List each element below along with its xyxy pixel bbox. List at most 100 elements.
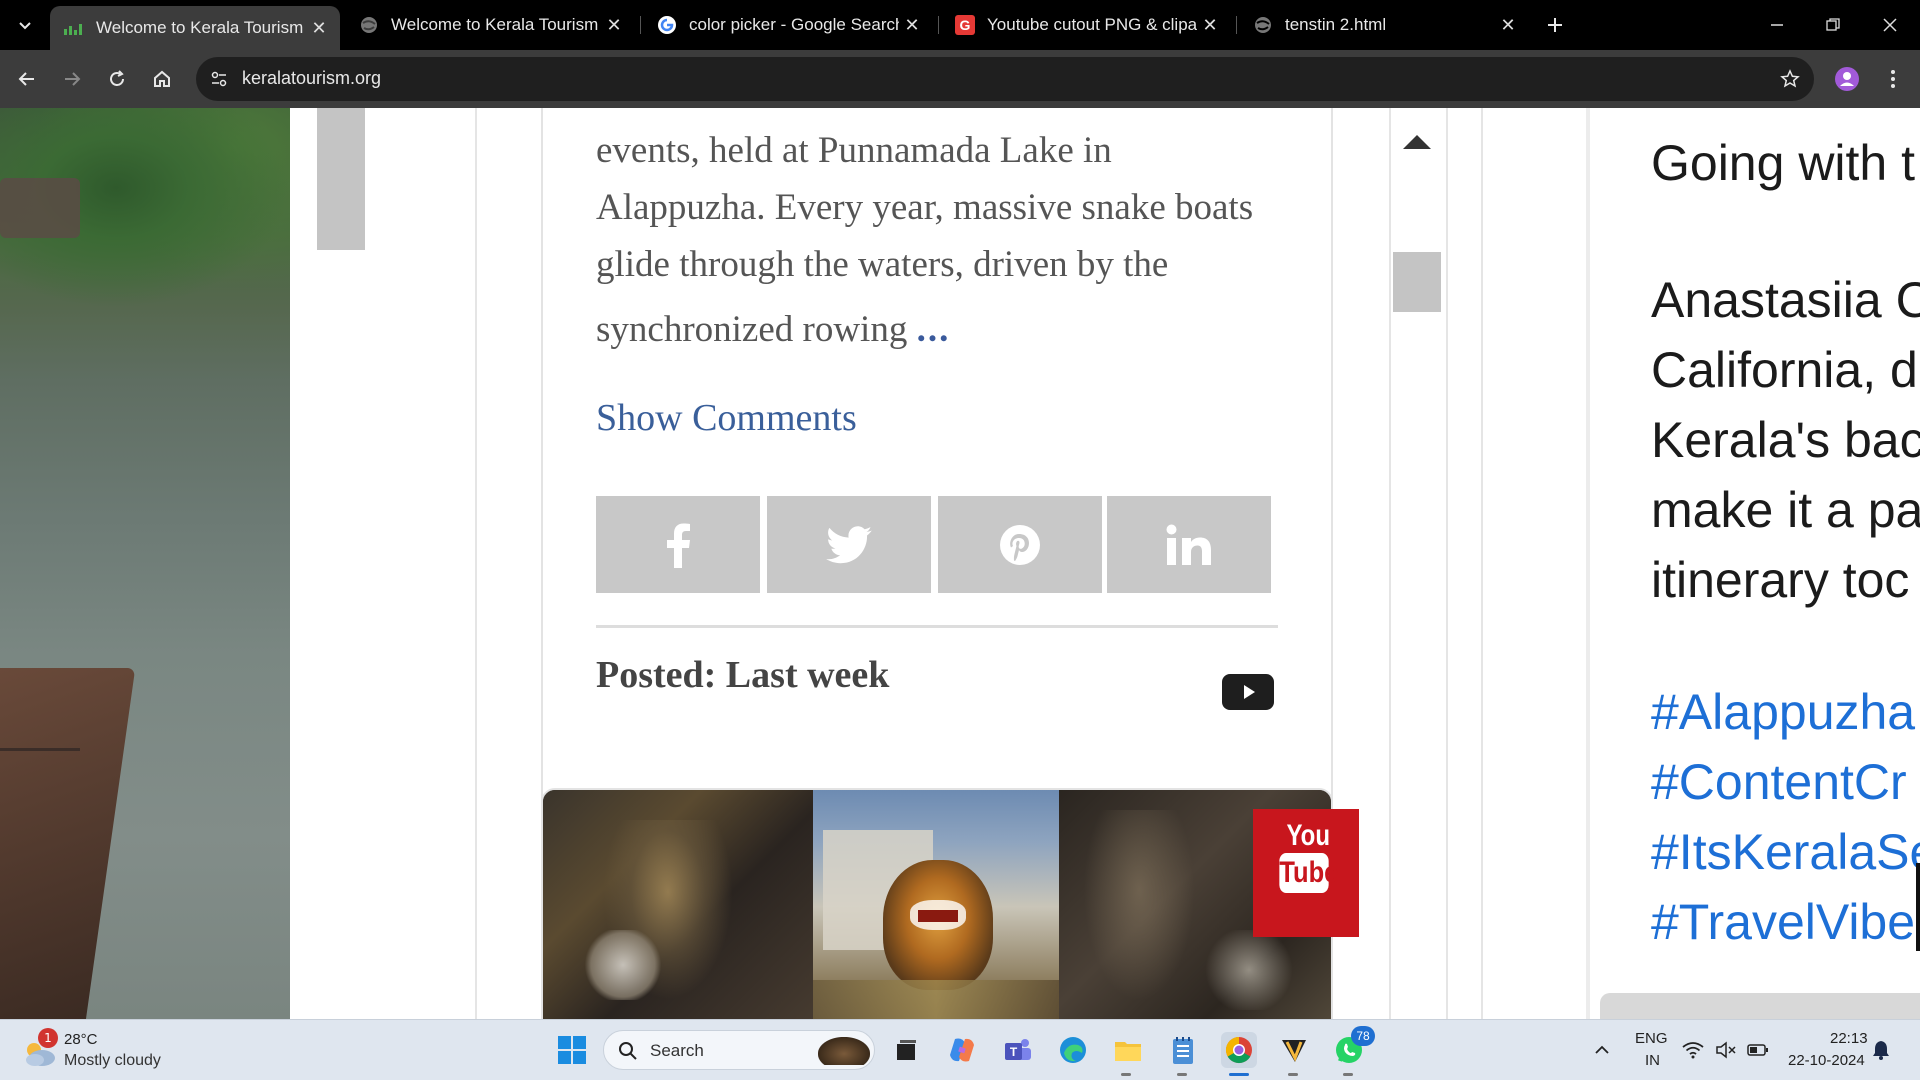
task-view-icon [897, 1040, 916, 1060]
post-text-line: synchronized rowing [596, 309, 908, 350]
tab-tenstin[interactable]: tenstin 2.html ✕ [1239, 7, 1529, 43]
video-thumbnail-card[interactable] [541, 788, 1333, 1019]
share-facebook-button[interactable] [596, 496, 760, 593]
file-explorer-button[interactable] [1110, 1032, 1146, 1068]
back-button[interactable] [10, 62, 44, 96]
notifications-button[interactable] [1866, 1032, 1896, 1068]
scroll-up-arrow-icon[interactable] [1403, 135, 1431, 149]
column-divider [1481, 108, 1483, 1019]
edge-icon [1060, 1037, 1086, 1063]
video-thumb-center [813, 790, 1059, 1019]
posted-date: Posted: Last week [596, 654, 890, 696]
share-pinterest-button[interactable] [938, 496, 1102, 593]
tab-search-button[interactable] [8, 8, 42, 42]
volume-button[interactable] [1713, 1032, 1739, 1068]
post-text-line: Alappuzha. Every year, massive snake boa… [596, 187, 1254, 228]
close-tab-icon[interactable]: ✕ [899, 12, 925, 38]
browser-menu-button[interactable] [1876, 62, 1910, 96]
instagram-post-column: Going with t Anastasiia C California, d … [1590, 108, 1920, 1019]
wifi-icon [1682, 1042, 1704, 1059]
google-g-icon [657, 15, 677, 35]
weather-alert-badge: 1 [38, 1028, 58, 1048]
tab-strip: Welcome to Kerala Tourism - Official ✕ W… [0, 0, 1920, 50]
hashtag-link[interactable]: #ContentCr [1651, 747, 1920, 817]
youtube-logo: You Tube [1253, 809, 1359, 937]
post-text: events, held at Punnamada Lake in Alappu… [596, 122, 1296, 358]
input-language[interactable]: ENG [1635, 1030, 1668, 1047]
battery-button[interactable] [1745, 1032, 1771, 1068]
post-caption-line: itinerary toc [1651, 552, 1910, 608]
bookmark-star-icon[interactable] [1778, 67, 1802, 91]
edge-button[interactable] [1055, 1032, 1091, 1068]
new-tab-button[interactable] [1538, 8, 1572, 42]
next-post-thumbnail[interactable] [1600, 993, 1920, 1019]
browser-toolbar: keralatourism.org [0, 50, 1920, 108]
hashtag-link[interactable]: #Alappuzha [1651, 677, 1920, 747]
tab-title: Welcome to Kerala Tourism - Official [96, 18, 306, 37]
input-region: IN [1645, 1052, 1660, 1069]
hashtag-link[interactable]: #TravelVibe [1651, 887, 1920, 957]
restore-icon [1826, 18, 1840, 31]
post-caption-line: make it a pa [1651, 482, 1920, 538]
restore-button[interactable] [1813, 10, 1853, 40]
show-comments-link[interactable]: Show Comments [596, 396, 857, 440]
weather-widget[interactable]: 1 [22, 1028, 62, 1070]
tab-kerala-tourism-official[interactable]: Welcome to Kerala Tourism - Official ✕ [50, 6, 340, 50]
notepad-icon [1173, 1037, 1193, 1064]
active-indicator [1229, 1073, 1249, 1076]
forward-button[interactable] [55, 62, 89, 96]
close-tab-icon[interactable]: ✕ [601, 12, 627, 38]
tab-kerala-tourism[interactable]: Welcome to Kerala Tourism ✕ [345, 7, 635, 43]
hashtag-link[interactable]: #ItsKeralaSe [1651, 817, 1920, 887]
close-window-button[interactable] [1870, 10, 1910, 40]
network-button[interactable] [1680, 1032, 1706, 1068]
copilot-button[interactable] [944, 1032, 980, 1068]
home-button[interactable] [145, 62, 179, 96]
kerala-favicon [64, 18, 84, 38]
youtube-play-icon[interactable] [1222, 674, 1274, 710]
minimize-button[interactable] [1757, 10, 1797, 40]
share-linkedin-button[interactable] [1107, 496, 1271, 593]
post-caption-line: Kerala's bac [1651, 412, 1920, 468]
tab-color-picker[interactable]: color picker - Google Search ✕ [643, 7, 933, 43]
chrome-button[interactable] [1221, 1032, 1257, 1068]
post-text-line: glide through the waters, driven by the [596, 244, 1169, 285]
left-scrollbar-thumb[interactable] [317, 108, 365, 250]
minimize-icon [1771, 24, 1783, 26]
clock-time[interactable]: 22:13 [1830, 1030, 1868, 1047]
task-view-button[interactable] [888, 1032, 924, 1068]
close-tab-icon[interactable]: ✕ [1197, 12, 1223, 38]
start-button[interactable] [554, 1032, 590, 1068]
reload-icon [110, 70, 124, 86]
svg-text:G: G [960, 17, 971, 33]
notepad-button[interactable] [1165, 1032, 1201, 1068]
read-more-ellipsis[interactable]: ... [917, 309, 951, 350]
search-label: Search [650, 1041, 704, 1060]
weather-description: Mostly cloudy [64, 1052, 161, 1069]
close-tab-icon[interactable]: ✕ [306, 15, 332, 41]
column-divider [1389, 108, 1391, 1019]
app-v-button[interactable] [1276, 1032, 1312, 1068]
show-hidden-icons-button[interactable] [1584, 1032, 1620, 1068]
running-indicator [1343, 1073, 1353, 1076]
battery-icon [1747, 1044, 1768, 1056]
close-tab-icon[interactable]: ✕ [1495, 12, 1521, 38]
center-scrollbar-thumb[interactable] [1393, 252, 1441, 312]
tab-separator [1236, 16, 1237, 34]
teams-button[interactable]: T [1000, 1032, 1036, 1068]
share-twitter-button[interactable] [767, 496, 931, 593]
taskbar-search-box[interactable]: Search [603, 1030, 875, 1070]
linkedin-icon [1166, 524, 1211, 565]
copilot-icon [950, 1038, 974, 1062]
search-highlight-image [818, 1037, 870, 1065]
clock-date[interactable]: 22-10-2024 [1788, 1052, 1865, 1069]
whatsapp-button[interactable]: 78 [1331, 1026, 1375, 1068]
facebook-icon [667, 523, 690, 568]
profile-avatar[interactable] [1830, 62, 1864, 96]
video-thumb-left [543, 790, 813, 1019]
address-bar[interactable]: keralatourism.org [196, 57, 1814, 101]
tab-title: Welcome to Kerala Tourism [391, 15, 599, 34]
site-info-icon[interactable] [206, 66, 232, 92]
reload-button[interactable] [100, 62, 134, 96]
tab-youtube-cutout[interactable]: G Youtube cutout PNG & clipart images ✕ [941, 7, 1231, 43]
